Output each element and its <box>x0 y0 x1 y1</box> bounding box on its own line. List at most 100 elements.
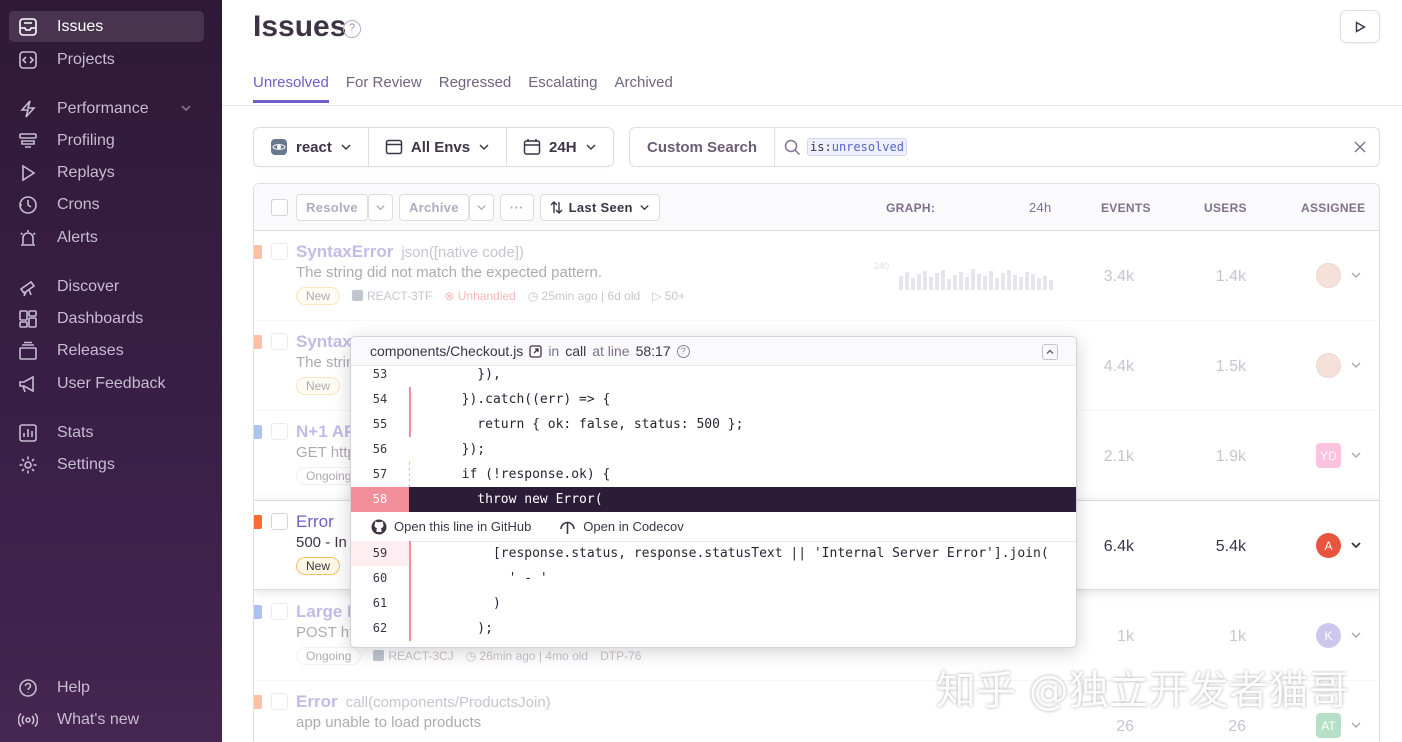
row-checkbox[interactable] <box>271 693 288 710</box>
help-icon[interactable]: ? <box>343 20 361 38</box>
dashboard-icon <box>19 309 37 328</box>
sidebar-item-alerts[interactable]: Alerts <box>9 222 204 253</box>
issue-title[interactable]: Syntax <box>296 332 352 352</box>
sidebar-item-profiling[interactable]: Profiling <box>9 125 204 156</box>
table-header: Resolve Archive ··· Last Seen GRAPH: 24h… <box>254 184 1379 231</box>
help-icon[interactable]: ? <box>676 344 690 358</box>
chevron-down-icon[interactable] <box>1350 449 1362 461</box>
date-filter[interactable]: 24H <box>507 128 613 166</box>
sidebar-item-projects[interactable]: Projects <box>9 44 204 75</box>
line-number: 54 <box>372 392 388 406</box>
chevron-down-icon[interactable] <box>1350 719 1362 731</box>
row-checkbox[interactable] <box>271 423 288 440</box>
code-line: 59 [response.status, response.statusText… <box>351 541 1076 566</box>
status-badge: New <box>296 557 341 575</box>
table-row[interactable]: SyntaxError json([native code]) The strin… <box>254 231 1379 321</box>
row-checkbox[interactable] <box>271 333 288 350</box>
tab-regressed[interactable]: Regressed <box>439 74 512 103</box>
replays-count[interactable]: ▷ 50+ <box>652 289 685 303</box>
avatar[interactable]: K <box>1316 623 1341 648</box>
line-code: if (!response.ok) { <box>446 467 611 482</box>
level-indicator <box>254 605 262 619</box>
issue-title[interactable]: N+1 AP <box>296 422 355 442</box>
tab-unresolved[interactable]: Unresolved <box>253 74 329 103</box>
code-line: 62 ); <box>351 616 1076 641</box>
sidebar-item-label: Profiling <box>57 131 115 149</box>
short-id[interactable]: REACT-3TF <box>352 289 432 303</box>
select-all-checkbox[interactable] <box>271 199 288 216</box>
tab-escalating[interactable]: Escalating <box>528 74 597 103</box>
chevron-down-icon[interactable] <box>1350 539 1362 551</box>
tab-for-review[interactable]: For Review <box>346 74 422 103</box>
sidebar-item-replays[interactable]: Replays <box>9 157 204 188</box>
avatar[interactable]: A <box>1316 533 1341 558</box>
open-in-github-link[interactable]: Open this line in GitHub <box>371 519 531 535</box>
graph-header: GRAPH: <box>886 201 936 215</box>
issue-type: Syntax <box>296 332 352 351</box>
chevron-down-icon[interactable] <box>180 102 192 114</box>
row-checkbox[interactable] <box>271 603 288 620</box>
chevron-down-icon[interactable] <box>1350 269 1362 281</box>
line-code: throw new Error( <box>446 492 603 507</box>
sidebar-item-help[interactable]: Help <box>9 672 204 703</box>
resolve-button[interactable]: Resolve <box>296 194 368 221</box>
sidebar-item-label: Alerts <box>57 228 98 246</box>
line-gutter <box>409 591 411 616</box>
chevron-down-icon[interactable] <box>1350 359 1362 371</box>
avatar[interactable] <box>1316 263 1341 288</box>
linked-ticket[interactable]: DTP-76 <box>600 649 641 663</box>
issue-title[interactable]: Error <box>296 512 334 532</box>
sidebar-item-settings[interactable]: Settings <box>9 449 204 480</box>
frame-filename[interactable]: components/Checkout.js <box>370 343 523 359</box>
sidebar-item-user-feedback[interactable]: User Feedback <box>9 368 204 399</box>
window-icon <box>385 139 403 155</box>
issue-title[interactable]: SyntaxError json([native code]) <box>296 242 524 262</box>
sidebar-item-whats-new[interactable]: What's new <box>9 704 204 735</box>
status-badge: New <box>296 287 341 305</box>
archive-dropdown[interactable] <box>468 194 494 221</box>
chevron-down-icon[interactable] <box>1350 629 1362 641</box>
custom-search-button[interactable]: Custom Search <box>630 128 776 166</box>
avatar[interactable] <box>1316 353 1341 378</box>
events-count: 1k <box>1117 628 1134 645</box>
sidebar-item-issues[interactable]: Issues <box>9 11 204 42</box>
package-icon <box>19 341 37 360</box>
sidebar-item-discover[interactable]: Discover <box>9 271 204 302</box>
open-external-icon[interactable] <box>529 344 542 358</box>
short-id[interactable]: REACT-3CJ <box>373 649 454 663</box>
collapse-button[interactable] <box>1042 344 1058 360</box>
avatar[interactable]: YD <box>1316 443 1341 468</box>
resolve-dropdown[interactable] <box>367 194 393 221</box>
avatar[interactable]: AT <box>1316 713 1341 738</box>
sidebar-item-dashboards[interactable]: Dashboards <box>9 303 204 334</box>
sidebar-item-performance[interactable]: Performance <box>9 93 204 124</box>
tab-archived[interactable]: Archived <box>615 74 673 103</box>
open-in-codecov-link[interactable]: Open in Codecov <box>559 519 684 535</box>
sort-button[interactable]: Last Seen <box>539 194 660 221</box>
issue-type: Error <box>296 692 338 711</box>
row-checkbox[interactable] <box>271 243 288 260</box>
archive-button[interactable]: Archive <box>398 194 469 221</box>
sidebar-item-releases[interactable]: Releases <box>9 335 204 366</box>
env-filter[interactable]: All Envs <box>369 128 508 166</box>
github-icon <box>371 519 387 534</box>
short-id-label: REACT-3TF <box>367 289 433 303</box>
graph-period-toggle[interactable]: 24h <box>1029 200 1052 215</box>
close-icon[interactable] <box>1353 140 1367 154</box>
users-count: 1.9k <box>1215 448 1246 465</box>
telescope-icon <box>19 280 36 296</box>
search-token[interactable]: is:unresolved <box>807 138 907 156</box>
play-tour-button[interactable] <box>1340 10 1380 43</box>
row-checkbox[interactable] <box>271 513 288 530</box>
unhandled-badge: ⊗ Unhandled <box>444 289 515 303</box>
last-seen: 25min ago <box>541 289 598 303</box>
sidebar-item-crons[interactable]: Crons <box>9 189 204 220</box>
level-indicator <box>254 515 262 529</box>
project-filter[interactable]: react <box>254 128 369 166</box>
issue-title[interactable]: Error call(components/ProductsJoin) <box>296 692 551 712</box>
stacktrace-preview: components/Checkout.js in call at line 5… <box>350 336 1077 648</box>
sidebar-item-stats[interactable]: Stats <box>9 417 204 448</box>
frame-position: 58:17 <box>635 343 671 359</box>
more-actions-button[interactable]: ··· <box>499 194 534 221</box>
issue-title[interactable]: Large I <box>296 602 352 622</box>
